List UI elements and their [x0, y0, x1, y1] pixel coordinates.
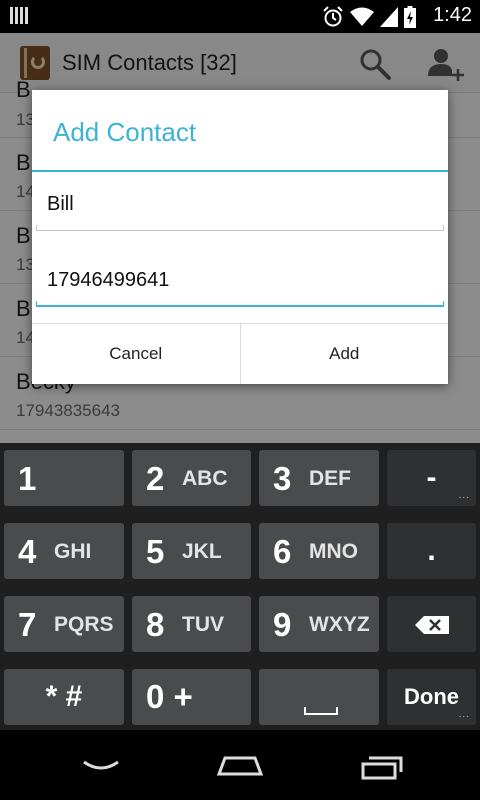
key-letters: ABC — [182, 467, 228, 490]
status-bar: 1:42 — [0, 0, 480, 33]
key-period[interactable]: . — [387, 523, 476, 579]
dialog-buttons: Cancel Add — [32, 323, 448, 384]
key-digit: 7 — [18, 606, 37, 643]
key-minus[interactable]: - ... — [387, 450, 476, 506]
navigation-bar — [0, 730, 480, 800]
home-icon[interactable] — [215, 752, 265, 782]
key-digit: 3 — [273, 460, 292, 497]
key-letters: PQRS — [54, 613, 114, 636]
key-digit: 9 — [273, 606, 292, 643]
key-label: 0 + — [146, 678, 193, 715]
recent-apps-icon[interactable] — [357, 752, 407, 782]
key-4[interactable]: 4 GHI — [4, 523, 124, 579]
add-button[interactable]: Add — [239, 324, 449, 384]
key-1[interactable]: 1 — [4, 450, 124, 506]
cancel-button[interactable]: Cancel — [32, 324, 240, 384]
signal-icon — [380, 7, 398, 27]
key-8[interactable]: 8 TUV — [132, 596, 251, 652]
dialog-title: Add Contact — [53, 117, 197, 147]
key-0-plus[interactable]: 0 + — [132, 669, 251, 725]
key-digit: 1 — [18, 460, 37, 497]
key-letters: JKL — [182, 540, 222, 563]
status-time: 1:42 — [433, 4, 472, 26]
key-letters: MNO — [309, 540, 358, 563]
key-7[interactable]: 7 PQRS — [4, 596, 124, 652]
dialog-title-divider — [32, 170, 448, 172]
key-digit: 8 — [146, 606, 165, 643]
key-digit: 5 — [146, 533, 165, 570]
key-digit: 2 — [146, 460, 165, 497]
key-letters: TUV — [182, 613, 224, 636]
key-letters: WXYZ — [309, 613, 370, 636]
key-digit: 4 — [18, 533, 37, 570]
add-contact-dialog: Add Contact Bill 17946499641 Cancel Add — [32, 90, 448, 384]
phone-field-value: 17946499641 — [47, 269, 170, 291]
backspace-icon — [415, 616, 449, 634]
key-2[interactable]: 2 ABC — [132, 450, 251, 506]
name-field-value: Bill — [47, 193, 74, 215]
key-backspace[interactable] — [387, 596, 476, 652]
key-digit: 6 — [273, 533, 292, 570]
more-dots: ... — [458, 709, 470, 720]
numeric-keypad: 1 2 ABC 3 DEF - ... 4 GHI 5 JKL 6 MNO . … — [0, 443, 480, 730]
wifi-icon — [350, 7, 374, 26]
key-done[interactable]: Done ... — [387, 669, 476, 725]
key-6[interactable]: 6 MNO — [259, 523, 379, 579]
back-icon[interactable] — [76, 752, 126, 782]
key-star-hash[interactable]: * # — [4, 669, 124, 725]
space-icon — [304, 707, 338, 715]
key-letters: DEF — [309, 467, 351, 490]
key-9[interactable]: 9 WXYZ — [259, 596, 379, 652]
phone-field[interactable]: 17946499641 — [36, 253, 444, 313]
notification-icon — [10, 7, 30, 24]
key-letters: GHI — [54, 540, 92, 563]
key-label: * # — [45, 680, 83, 713]
battery-icon — [404, 6, 416, 28]
name-field[interactable]: Bill — [36, 177, 444, 237]
key-3[interactable]: 3 DEF — [259, 450, 379, 506]
status-icons — [322, 6, 416, 28]
key-label: . — [427, 534, 436, 567]
key-space[interactable] — [259, 669, 379, 725]
alarm-icon — [323, 6, 343, 27]
key-5[interactable]: 5 JKL — [132, 523, 251, 579]
more-dots: ... — [458, 490, 470, 501]
